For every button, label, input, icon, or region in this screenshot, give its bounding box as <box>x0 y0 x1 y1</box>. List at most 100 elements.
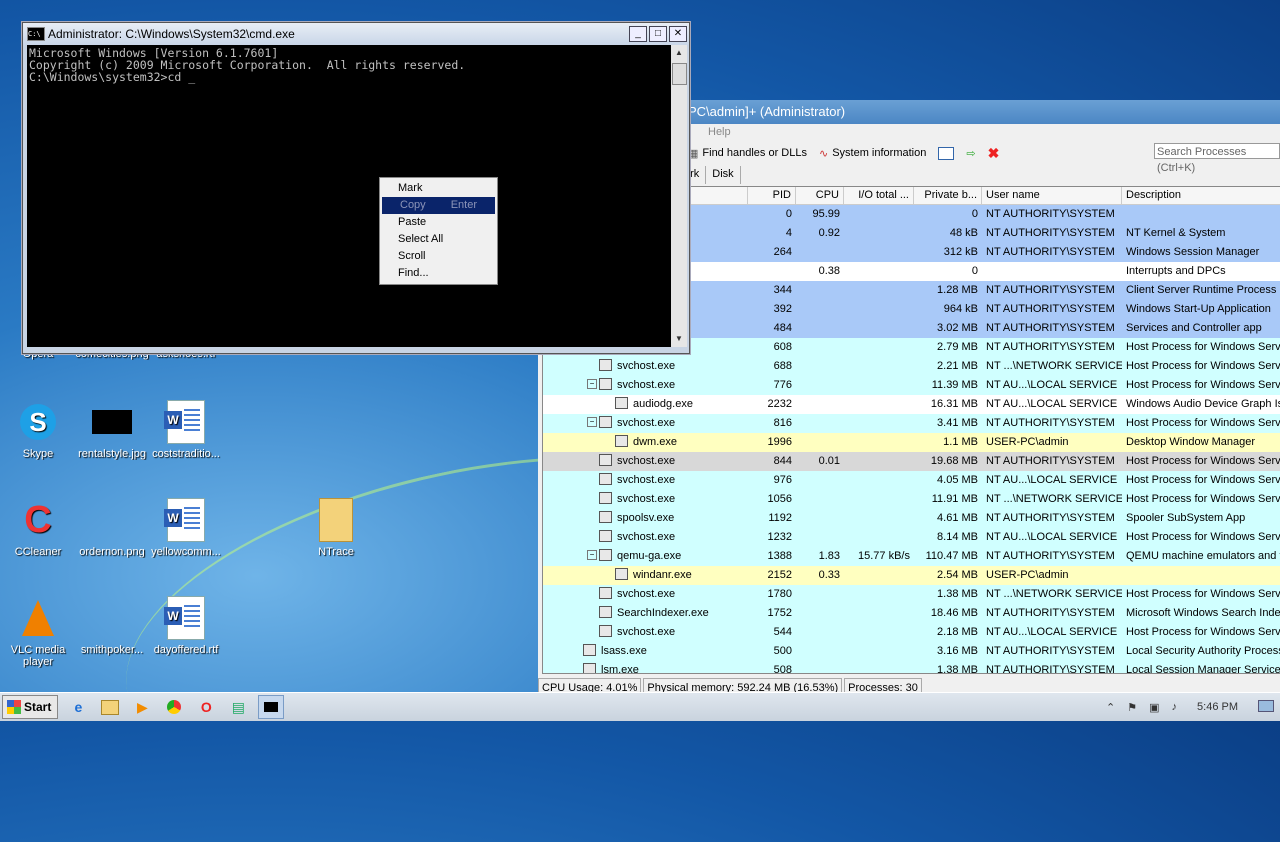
table-row[interactable]: windanr.exe 2152 0.33 2.54 MB USER-PC\admin <box>543 566 1280 585</box>
close-button[interactable]: ✕ <box>669 26 687 42</box>
table-row[interactable]: lsass.exe 500 3.16 MB NT AUTHORITY\SYSTEM Lo… <box>543 642 1280 661</box>
flag-tray-icon[interactable]: ⚑ <box>1127 701 1137 714</box>
cpu-cell <box>796 471 844 490</box>
desktop-icon-ordernon[interactable]: ordernon.png <box>74 498 150 558</box>
internet-explorer-icon[interactable]: e <box>66 696 90 718</box>
io-total-cell <box>844 319 914 338</box>
table-row[interactable]: svchost.exe 844 0.01 19.68 MB NT AUTHORITY\S… <box>543 452 1280 471</box>
console-scrollbar[interactable]: ▲ ▼ <box>671 45 687 347</box>
column-user-name[interactable]: User name <box>982 187 1122 204</box>
volume-tray-icon[interactable]: ♪ <box>1172 701 1178 713</box>
desktop-icon-smithpoker[interactable]: smithpoker... <box>74 596 150 656</box>
media-player-icon[interactable]: ▶ <box>130 696 154 718</box>
column-private-bytes[interactable]: Private b... <box>914 187 982 204</box>
table-row[interactable]: − svchost.exe 816 3.41 MB NT AUTHORITY\SYSTE… <box>543 414 1280 433</box>
process-name: audiodg.exe <box>633 398 693 410</box>
table-row[interactable]: svchost.exe 1780 1.38 MB NT ...\NETWORK SER… <box>543 585 1280 604</box>
pid-cell: 976 <box>773 474 792 486</box>
pid-cell: 544 <box>773 626 792 638</box>
pid-cell: 508 <box>773 664 792 674</box>
description-cell: QEMU machine emulators and to <box>1126 550 1280 562</box>
pid-cell: 1232 <box>767 531 792 543</box>
cpu-cell: 0.33 <box>818 569 840 581</box>
desktop-icon-dayoffered[interactable]: dayoffered.rtf <box>148 596 224 656</box>
window-icon[interactable] <box>938 146 955 160</box>
tab-disk[interactable]: Disk <box>706 166 741 184</box>
system-information-label: System information <box>832 147 927 159</box>
cmd-taskbar-icon[interactable] <box>258 695 285 719</box>
menu-item-find[interactable]: Find... <box>380 265 497 282</box>
table-row[interactable]: spoolsv.exe 1192 4.61 MB NT AUTHORITY\SYSTE… <box>543 509 1280 528</box>
column-cpu[interactable]: CPU <box>796 187 844 204</box>
desktop-icon-vlc[interactable]: VLC media player <box>0 596 76 668</box>
cmd-titlebar[interactable]: C:\ Administrator: C:\Windows\System32\c… <box>23 23 689 45</box>
table-row[interactable]: lsm.exe 508 1.38 MB NT AUTHORITY\SYSTEM Loca… <box>543 661 1280 674</box>
table-row[interactable]: svchost.exe 544 2.18 MB NT AU...\LOCAL SERV… <box>543 623 1280 642</box>
image-file-icon <box>92 596 132 640</box>
minimize-button[interactable]: _ <box>629 26 647 42</box>
maximize-button[interactable]: □ <box>649 26 667 42</box>
desktop-icon-coststraditio[interactable]: coststraditio... <box>148 400 224 460</box>
menu-item-mark[interactable]: Mark <box>380 180 497 197</box>
table-row[interactable]: dwm.exe 1996 1.1 MB USER-PC\admin Desktop Wi… <box>543 433 1280 452</box>
desktop-icon-skype[interactable]: S Skype <box>0 400 76 460</box>
table-row[interactable]: − qemu-ga.exe 1388 1.83 15.77 kB/s 110.47 MB N… <box>543 547 1280 566</box>
desktop-icon-label: coststraditio... <box>152 448 220 460</box>
menu-item-scroll[interactable]: Scroll <box>380 248 497 265</box>
process-icon <box>599 606 612 619</box>
tree-collapse-icon[interactable]: − <box>587 550 597 561</box>
process-name-cell: audiodg.exe <box>543 395 748 414</box>
table-row[interactable]: audiodg.exe 2232 16.31 MB NT AU...\LOCAL SE… <box>543 395 1280 414</box>
tree-collapse-icon[interactable]: − <box>587 417 597 428</box>
table-row[interactable]: svchost.exe 1056 11.91 MB NT ...\NETWORK SE… <box>543 490 1280 509</box>
chrome-icon[interactable] <box>162 696 186 718</box>
tree-collapse-icon[interactable]: − <box>587 379 597 390</box>
process-icon <box>599 511 612 524</box>
table-row[interactable]: − svchost.exe 776 11.39 MB NT AU...\LOCAL SE… <box>543 376 1280 395</box>
io-total-cell <box>844 566 914 585</box>
menu-item-label: Select All <box>398 233 444 245</box>
desktop-icon-rentalstyle[interactable]: rentalstyle.jpg <box>74 400 150 460</box>
scroll-down-icon[interactable]: ▼ <box>671 331 687 347</box>
column-pid[interactable]: PID <box>748 187 796 204</box>
pid-cell: 1388 <box>767 550 792 562</box>
io-total-cell <box>844 642 914 661</box>
file-explorer-icon[interactable] <box>98 696 122 718</box>
column-description[interactable]: Description <box>1122 187 1280 204</box>
start-button[interactable]: Start <box>2 695 59 719</box>
show-desktop-button[interactable] <box>1258 699 1274 715</box>
find-handles-button[interactable]: ▦ Find handles or DLLs <box>688 147 807 160</box>
menu-item-select-all[interactable]: Select All <box>380 231 497 248</box>
table-row[interactable]: SearchIndexer.exe 1752 18.46 MB NT AUTHORIT… <box>543 604 1280 623</box>
desktop-icon-ccleaner[interactable]: C CCleaner <box>0 498 76 559</box>
user-name-cell: NT AUTHORITY\SYSTEM <box>986 208 1115 220</box>
show-hidden-icons-icon[interactable]: ⌃ <box>1106 701 1115 714</box>
scroll-up-icon[interactable]: ▲ <box>671 45 687 61</box>
table-row[interactable]: svchost.exe 976 4.05 MB NT AU...\LOCAL SERV… <box>543 471 1280 490</box>
column-io-total[interactable]: I/O total ... <box>844 187 914 204</box>
menu-item-copy[interactable]: Copy Enter <box>382 197 495 214</box>
clock[interactable]: 5:46 PM <box>1197 701 1238 713</box>
process-icon <box>599 473 612 486</box>
console-output[interactable]: Microsoft Windows [Version 6.1.7601] Cop… <box>27 45 671 347</box>
process-explorer-taskbar-icon[interactable]: ▤ <box>226 696 250 718</box>
io-total-cell: 15.77 kB/s <box>858 550 910 562</box>
target-icon[interactable]: ⇨ <box>966 147 975 160</box>
menu-item-accel: Enter <box>450 199 477 211</box>
description-cell <box>1122 205 1280 224</box>
image-file-icon <box>92 400 132 444</box>
io-total-cell <box>844 262 914 281</box>
desktop-icon-ntrace[interactable]: NTrace <box>298 498 374 558</box>
network-tray-icon[interactable]: ▣ <box>1149 701 1159 714</box>
menu-item-paste[interactable]: Paste <box>380 214 497 231</box>
scroll-thumb[interactable] <box>672 63 687 85</box>
search-processes-input[interactable]: Search Processes (Ctrl+K) <box>1154 143 1280 174</box>
kill-process-icon[interactable]: ✖ <box>988 145 1000 162</box>
desktop-icon-yellowcomm[interactable]: yellowcomm... <box>148 498 224 558</box>
system-information-button[interactable]: ∿ System information <box>819 147 926 160</box>
opera-taskbar-icon[interactable]: O <box>194 696 218 718</box>
process-icon <box>615 435 628 448</box>
process-name: svchost.exe <box>617 455 676 467</box>
table-row[interactable]: svchost.exe 1232 8.14 MB NT AU...\LOCAL SER… <box>543 528 1280 547</box>
table-row[interactable]: svchost.exe 688 2.21 MB NT ...\NETWORK SERV… <box>543 357 1280 376</box>
